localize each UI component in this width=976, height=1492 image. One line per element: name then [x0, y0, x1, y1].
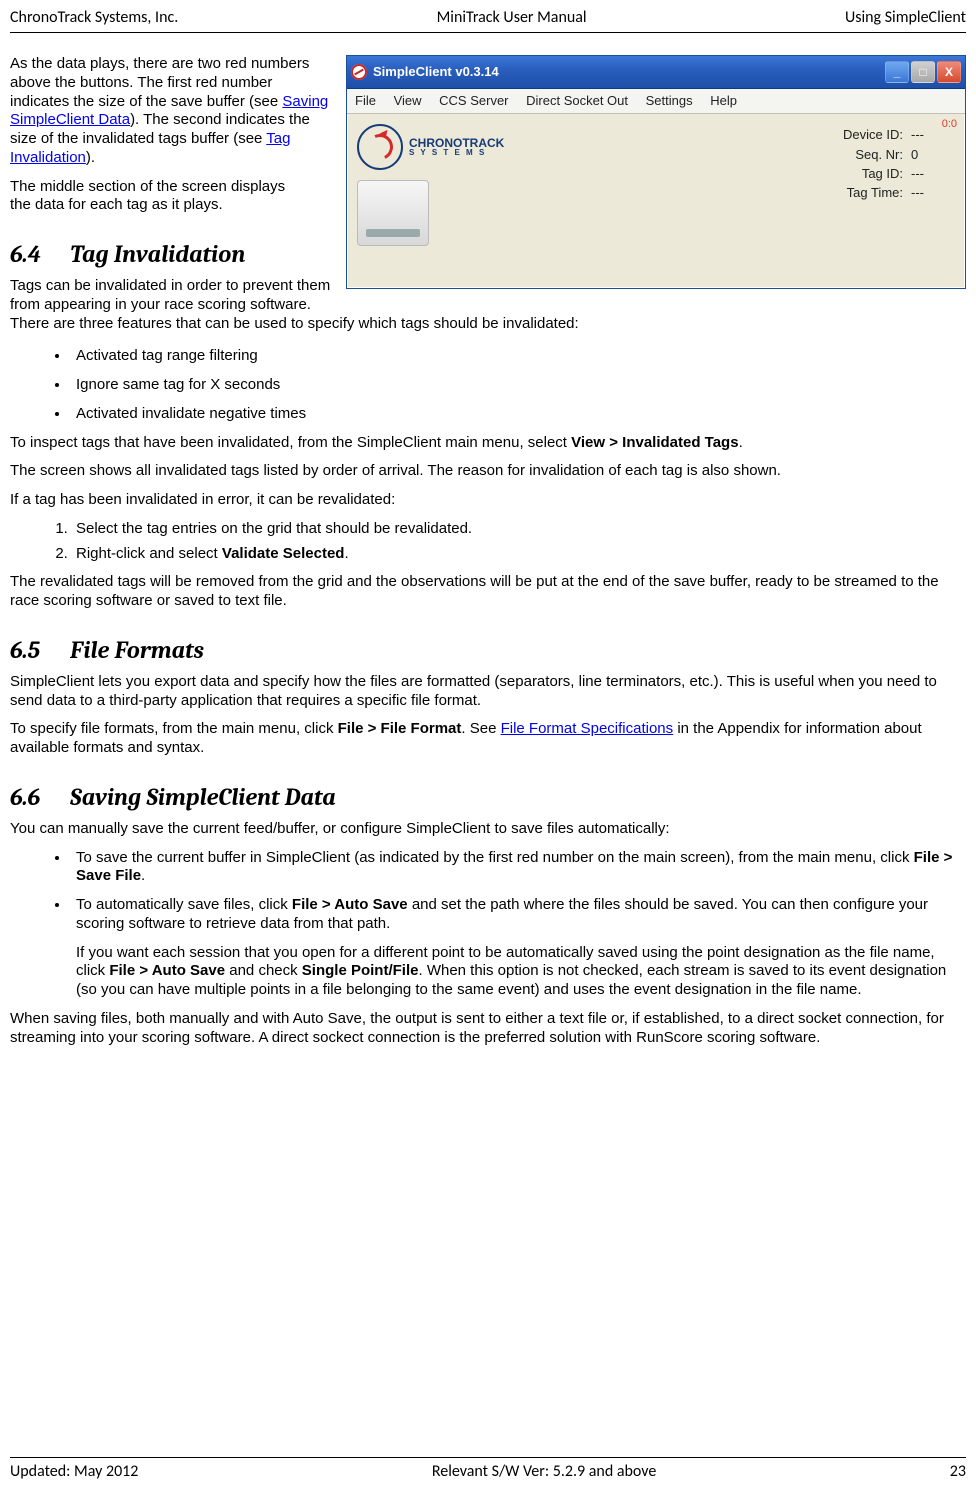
body-paragraph: The middle section of the screen display…: [10, 178, 290, 216]
footer-right: 23: [950, 1462, 966, 1482]
window-title: SimpleClient v0.3.14: [373, 64, 885, 80]
menu-help[interactable]: Help: [710, 93, 737, 108]
menu-view[interactable]: View: [394, 93, 422, 108]
footer-center: Relevant S/W Ver: 5.2.9 and above: [432, 1462, 657, 1482]
maximize-button[interactable]: □: [911, 61, 935, 83]
menu-file[interactable]: File: [355, 93, 376, 108]
menu-ccs-server[interactable]: CCS Server: [439, 93, 508, 108]
device-icon: [357, 180, 429, 246]
chronotrack-logo-icon: [357, 124, 403, 170]
link-file-format-specifications[interactable]: File Format Specifications: [501, 720, 674, 737]
list-item: Activated tag range filtering: [70, 347, 966, 366]
header-left: ChronoTrack Systems, Inc.: [10, 8, 178, 28]
screenshot-simpleclient: SimpleClient v0.3.14 _ □ X File View CCS…: [346, 55, 966, 289]
menu-bar: File View CCS Server Direct Socket Out S…: [347, 89, 965, 114]
body-paragraph: To specify file formats, from the main m…: [10, 720, 966, 758]
list-item: Select the tag entries on the grid that …: [72, 520, 966, 539]
heading-saving-simpleclient-data: 6.6Saving SimpleClient Data: [10, 782, 966, 812]
body-paragraph: When saving files, both manually and wit…: [10, 1010, 966, 1048]
buffer-counters: 0:0: [942, 118, 957, 132]
menu-direct-socket-out[interactable]: Direct Socket Out: [526, 93, 628, 108]
body-paragraph: If you want each session that you open f…: [76, 944, 966, 1000]
list-item: To automatically save files, click File …: [70, 896, 966, 1000]
body-paragraph: You can manually save the current feed/b…: [10, 820, 966, 839]
list-item: Right-click and select Validate Selected…: [72, 545, 966, 564]
body-paragraph: The screen shows all invalidated tags li…: [10, 462, 966, 481]
list-item: To save the current buffer in SimpleClie…: [70, 849, 966, 887]
window-titlebar: SimpleClient v0.3.14 _ □ X: [347, 56, 965, 89]
header-center: MiniTrack User Manual: [437, 8, 587, 28]
page-header: ChronoTrack Systems, Inc. MiniTrack User…: [10, 8, 966, 33]
body-paragraph: To inspect tags that have been invalidat…: [10, 434, 966, 453]
body-paragraph: If a tag has been invalidated in error, …: [10, 491, 966, 510]
bullet-list: To save the current buffer in SimpleClie…: [10, 849, 966, 1000]
body-paragraph: SimpleClient lets you export data and sp…: [10, 673, 966, 711]
menu-settings[interactable]: Settings: [646, 93, 693, 108]
heading-file-formats: 6.5File Formats: [10, 635, 966, 665]
tag-info-panel: Device ID:--- Seq. Nr:0 Tag ID:--- Tag T…: [823, 124, 955, 204]
chronotrack-logo-text: CHRONOTRACK S Y S T E M S: [409, 137, 504, 157]
body-paragraph: The revalidated tags will be removed fro…: [10, 573, 966, 611]
page-footer: Updated: May 2012 Relevant S/W Ver: 5.2.…: [10, 1457, 966, 1482]
header-right: Using SimpleClient: [845, 8, 966, 28]
list-item: Ignore same tag for X seconds: [70, 376, 966, 395]
footer-left: Updated: May 2012: [10, 1462, 138, 1482]
numbered-list: Select the tag entries on the grid that …: [10, 520, 966, 564]
minimize-button[interactable]: _: [885, 61, 909, 83]
close-button[interactable]: X: [937, 61, 961, 83]
bullet-list: Activated tag range filtering Ignore sam…: [10, 347, 966, 423]
app-icon: [351, 64, 367, 80]
list-item: Activated invalidate negative times: [70, 405, 966, 424]
